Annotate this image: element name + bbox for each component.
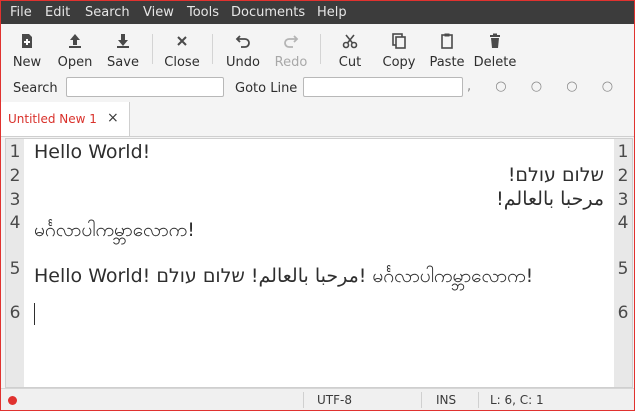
cursor-position-status: L: 6, C: 1 [490, 393, 544, 407]
redo-icon [284, 35, 299, 48]
status-divider [303, 392, 304, 408]
line-number: 3 [9, 190, 21, 210]
text-cursor [34, 303, 35, 325]
open-button[interactable]: Open [53, 24, 97, 74]
close-label: Close [164, 55, 200, 70]
open-label: Open [57, 55, 93, 70]
toolbar-separator [320, 34, 321, 64]
line-number-gutter-right: 1 2 3 4 5 6 [614, 139, 632, 387]
delete-label: Delete [473, 55, 517, 70]
new-document-icon [22, 34, 32, 48]
menu-edit[interactable]: Edit [45, 5, 70, 20]
line-number: 6 [9, 303, 21, 323]
redo-label: Redo [274, 55, 308, 70]
tab-bar: Untitled New 1 × [1, 102, 634, 137]
extra-characters-strip: , ○ ○ ○ ○ ` ○ ~ [467, 79, 634, 94]
line-number: 1 [617, 142, 629, 162]
tab-close-icon[interactable]: × [107, 110, 119, 126]
line-number: 5 [617, 259, 629, 279]
save-label: Save [107, 55, 139, 70]
clipboard-paste-icon [441, 33, 453, 49]
menu-file[interactable]: File [10, 5, 32, 20]
line-number: 4 [617, 213, 629, 233]
status-divider [478, 392, 479, 408]
close-x-icon [177, 36, 187, 46]
line-number: 2 [9, 166, 21, 186]
menu-help[interactable]: Help [317, 5, 347, 20]
line-number-gutter-left: 1 2 3 4 5 6 [6, 139, 24, 387]
undo-button[interactable]: Undo [220, 24, 266, 74]
search-input[interactable] [66, 77, 224, 97]
encoding-status[interactable]: UTF-8 [317, 393, 352, 407]
save-button[interactable]: Save [101, 24, 145, 74]
goto-line-label: Goto Line [235, 81, 298, 96]
line-number: 4 [9, 213, 21, 233]
line-number: 6 [617, 303, 629, 323]
copy-icon [392, 33, 406, 49]
line-number: 2 [617, 166, 629, 186]
toolbar-separator [212, 34, 213, 64]
cut-button[interactable]: Cut [327, 24, 373, 74]
open-upload-icon [69, 34, 81, 48]
editor-line-5: Hello World! مرحبا بالعالم! שלום עולם! မ… [34, 265, 534, 287]
save-download-icon [117, 34, 129, 48]
copy-label: Copy [382, 55, 416, 70]
new-button[interactable]: New [5, 24, 49, 74]
line-number: 1 [9, 142, 21, 162]
undo-icon [235, 35, 250, 48]
menu-documents[interactable]: Documents [231, 5, 305, 20]
search-label: Search [13, 81, 58, 96]
menu-view[interactable]: View [143, 5, 174, 20]
editor-line-1: Hello World! [34, 141, 151, 163]
search-bar: Search Goto Line , ○ ○ ○ ○ ` ○ ~ [1, 74, 634, 102]
status-divider [421, 392, 422, 408]
trash-icon [490, 33, 500, 48]
delete-button[interactable]: Delete [472, 24, 518, 74]
editor-line-4: မင်္ဂလာပါကမ္ဘာလောက! [34, 219, 195, 241]
paste-button[interactable]: Paste [424, 24, 470, 74]
menu-search[interactable]: Search [85, 5, 130, 20]
text-editor[interactable]: 1 2 3 4 5 6 1 2 3 4 5 6 Hello World! שלו… [5, 138, 633, 388]
new-label: New [12, 55, 42, 70]
toolbar: New Open Save Close Undo Redo Cut Copy P… [1, 24, 634, 74]
line-number: 5 [9, 259, 21, 279]
menu-tools[interactable]: Tools [187, 5, 219, 20]
line-number: 3 [617, 190, 629, 210]
status-bar: UTF-8 INS L: 6, C: 1 [1, 388, 634, 410]
undo-label: Undo [226, 55, 260, 70]
modified-indicator-icon [8, 396, 17, 405]
application-window: File Edit Search View Tools Documents He… [0, 0, 635, 411]
goto-line-input[interactable] [303, 77, 463, 97]
close-button[interactable]: Close [159, 24, 205, 74]
redo-button[interactable]: Redo [268, 24, 314, 74]
tab-untitled-new-1[interactable]: Untitled New 1 × [1, 102, 130, 136]
insert-mode-status[interactable]: INS [436, 393, 456, 407]
menubar: File Edit Search View Tools Documents He… [1, 1, 634, 24]
scissors-icon [342, 34, 358, 49]
toolbar-separator [152, 34, 153, 64]
editor-line-3: مرحبا بالعالم! [496, 188, 604, 210]
tab-title: Untitled New 1 [8, 112, 97, 126]
editor-line-2: שלום עולם! [507, 164, 604, 186]
copy-button[interactable]: Copy [376, 24, 422, 74]
cut-label: Cut [338, 55, 362, 70]
paste-label: Paste [429, 55, 465, 70]
